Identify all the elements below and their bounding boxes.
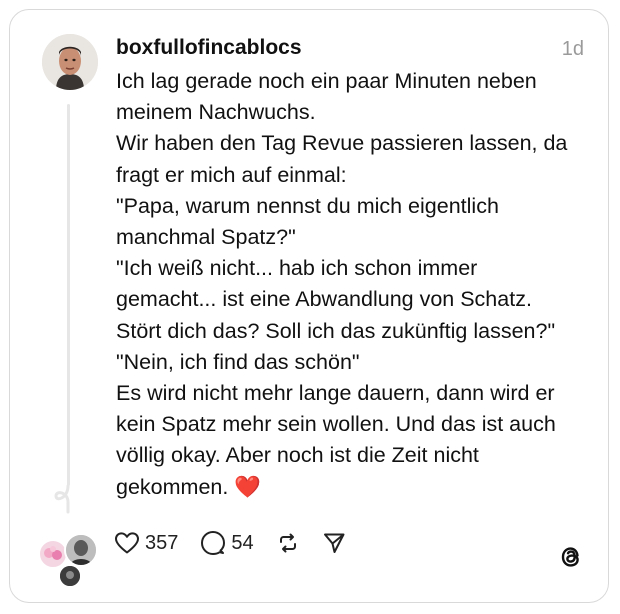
heart-emoji: ❤️ [234,474,262,499]
reply-count: 54 [231,531,254,554]
repost-button[interactable] [276,531,300,555]
reply-avatars[interactable] [38,533,102,588]
post-line-text: gekommen. [116,474,229,499]
like-button[interactable]: 357 [114,531,178,555]
reply-button[interactable]: 54 [200,530,254,556]
post-line-last: gekommen. ❤️ [116,472,586,503]
post-time: 1d [561,38,584,60]
post-line: Es wird nicht mehr lange dauern, dann wi… [116,381,555,406]
share-button[interactable] [322,531,346,555]
post-line: Ich lag gerade noch ein paar Minuten neb… [116,69,537,93]
send-icon [323,533,345,553]
like-count: 357 [145,531,179,554]
post-line: "Nein, ich find das schön" [116,349,360,374]
post-line: Stört dich das? Soll ich das zukünftig l… [116,318,556,343]
username[interactable]: boxfullofincablocs [116,36,302,60]
action-bar: 357 54 [114,528,368,558]
thread-line [67,104,70,486]
post-line: meinem Nachwuchs. [116,100,316,125]
reply-avatar [58,564,82,588]
post-line: manchmal Spatz?" [116,225,296,250]
thread-loop-icon [54,484,70,514]
post-line: kein Spatz mehr sein wollen. Und das ist… [116,412,556,437]
post-line: "Ich weiß nicht... hab ich schon immer [116,256,478,281]
heart-icon [115,532,139,554]
post-line: Wir haben den Tag Revue passieren lassen… [116,131,568,156]
reply-avatar [64,533,98,567]
author-avatar[interactable] [42,34,98,90]
comment-icon [201,531,226,555]
threads-logo-icon[interactable] [558,543,584,578]
post-line: "Papa, warum nennst du mich eigentlich [116,193,499,218]
post-line: gemacht... ist eine Abwandlung von Schat… [116,287,532,312]
post-body: Ich lag gerade noch ein paar Minuten neb… [116,66,586,503]
post-line: völlig okay. Aber noch ist die Zeit nich… [116,443,479,468]
repost-icon [279,533,296,553]
post-line: fragt er mich auf einmal: [116,162,347,187]
